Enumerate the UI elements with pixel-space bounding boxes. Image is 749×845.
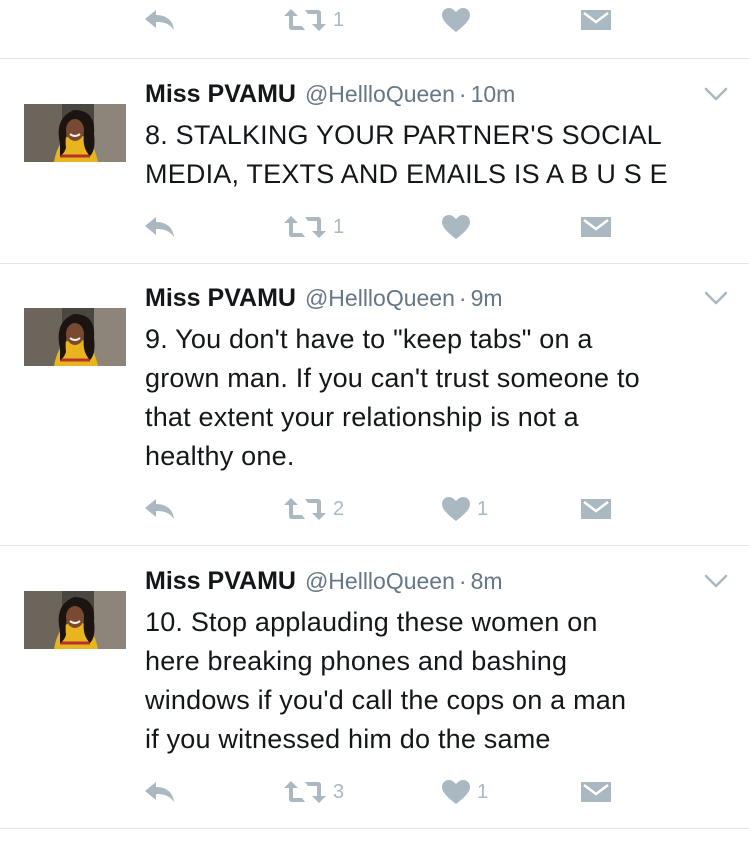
avatar[interactable] xyxy=(24,104,126,162)
display-name[interactable]: Miss PVAMU xyxy=(145,284,296,313)
separator: · xyxy=(458,81,467,107)
tweet-text: 9. You don't have to "keep tabs" on a gr… xyxy=(145,320,735,476)
direct-message-button[interactable] xyxy=(580,485,612,533)
reply-button[interactable] xyxy=(143,0,177,44)
separator: · xyxy=(458,568,467,594)
tweet-divider xyxy=(0,828,749,829)
tweet-text: 8. STALKING YOUR PARTNER'S SOCIAL MEDIA,… xyxy=(145,116,735,194)
avatar[interactable] xyxy=(24,308,126,366)
user-handle[interactable]: @HellloQueen xyxy=(305,81,455,108)
reply-button[interactable] xyxy=(143,768,177,816)
heart-icon xyxy=(441,7,471,33)
tweet-text-line: MEDIA, TEXTS AND EMAILS IS A B U S E xyxy=(145,159,668,189)
tweet-header: Miss PVAMU @HellloQueen · 8m xyxy=(145,567,503,601)
chevron-down-icon[interactable] xyxy=(704,290,728,306)
tweet-actions: 3 1 xyxy=(0,768,749,816)
tweet-divider xyxy=(0,58,749,59)
tweet-text-line: windows if you'd call the cops on a man xyxy=(145,685,627,715)
envelope-icon xyxy=(580,498,612,520)
envelope-icon xyxy=(580,216,612,238)
retweet-button[interactable]: 3 xyxy=(283,768,344,816)
direct-message-button[interactable] xyxy=(580,0,612,44)
envelope-icon xyxy=(580,9,612,31)
separator: · xyxy=(458,285,467,311)
tweet-actions: 2 1 xyxy=(0,485,749,533)
heart-icon xyxy=(441,496,471,522)
retweet-icon xyxy=(283,779,327,805)
like-button[interactable]: 1 xyxy=(441,485,488,533)
reply-button[interactable] xyxy=(143,485,177,533)
tweet-text-line: if you witnessed him do the same xyxy=(145,724,551,754)
retweet-icon xyxy=(283,7,327,33)
retweet-icon xyxy=(283,496,327,522)
tweet-text-line: here breaking phones and bashing xyxy=(145,646,568,676)
retweet-count: 2 xyxy=(333,497,345,520)
user-handle[interactable]: @HellloQueen xyxy=(305,285,455,312)
reply-icon xyxy=(143,215,177,239)
avatar[interactable] xyxy=(24,591,126,649)
like-count: 1 xyxy=(477,497,489,520)
reply-icon xyxy=(143,8,177,32)
tweet-text-line: 10. Stop applauding these women on xyxy=(145,607,598,637)
timestamp[interactable]: 9m xyxy=(471,285,503,312)
like-button[interactable] xyxy=(441,0,477,44)
direct-message-button[interactable] xyxy=(580,203,612,251)
heart-icon xyxy=(441,779,471,805)
tweet-text-line: 9. You don't have to "keep tabs" on a xyxy=(145,324,593,354)
display-name[interactable]: Miss PVAMU xyxy=(145,80,296,109)
direct-message-button[interactable] xyxy=(580,768,612,816)
top-tweet-actions: 1 xyxy=(0,0,749,44)
tweet-text-line: grown man. If you can't trust someone to xyxy=(145,363,640,393)
retweet-count: 1 xyxy=(333,215,345,238)
tweet-text-line: 8. STALKING YOUR PARTNER'S SOCIAL xyxy=(145,120,662,150)
retweet-button[interactable]: 1 xyxy=(283,203,344,251)
retweet-count: 3 xyxy=(333,780,345,803)
retweet-count: 1 xyxy=(333,8,345,31)
tweet-header: Miss PVAMU @HellloQueen · 10m xyxy=(145,80,515,114)
tweet-divider xyxy=(0,263,749,264)
chevron-down-icon[interactable] xyxy=(704,573,728,589)
tweet-text-line: healthy one. xyxy=(145,441,295,471)
timestamp[interactable]: 10m xyxy=(471,81,516,108)
like-button[interactable] xyxy=(441,203,477,251)
reply-icon xyxy=(143,780,177,804)
heart-icon xyxy=(441,214,471,240)
tweet-text-line: that extent your relationship is not a xyxy=(145,402,579,432)
like-count: 1 xyxy=(477,780,489,803)
timestamp[interactable]: 8m xyxy=(471,568,503,595)
envelope-icon xyxy=(580,781,612,803)
tweet-text: 10. Stop applauding these women on here … xyxy=(145,603,735,759)
display-name[interactable]: Miss PVAMU xyxy=(145,567,296,596)
retweet-button[interactable]: 2 xyxy=(283,485,344,533)
tweet-divider xyxy=(0,545,749,546)
chevron-down-icon[interactable] xyxy=(704,86,728,102)
retweet-button[interactable]: 1 xyxy=(283,0,344,44)
user-handle[interactable]: @HellloQueen xyxy=(305,568,455,595)
like-button[interactable]: 1 xyxy=(441,768,488,816)
reply-button[interactable] xyxy=(143,203,177,251)
tweet-actions: 1 xyxy=(0,203,749,251)
tweet-header: Miss PVAMU @HellloQueen · 9m xyxy=(145,284,503,318)
retweet-icon xyxy=(283,214,327,240)
reply-icon xyxy=(143,497,177,521)
